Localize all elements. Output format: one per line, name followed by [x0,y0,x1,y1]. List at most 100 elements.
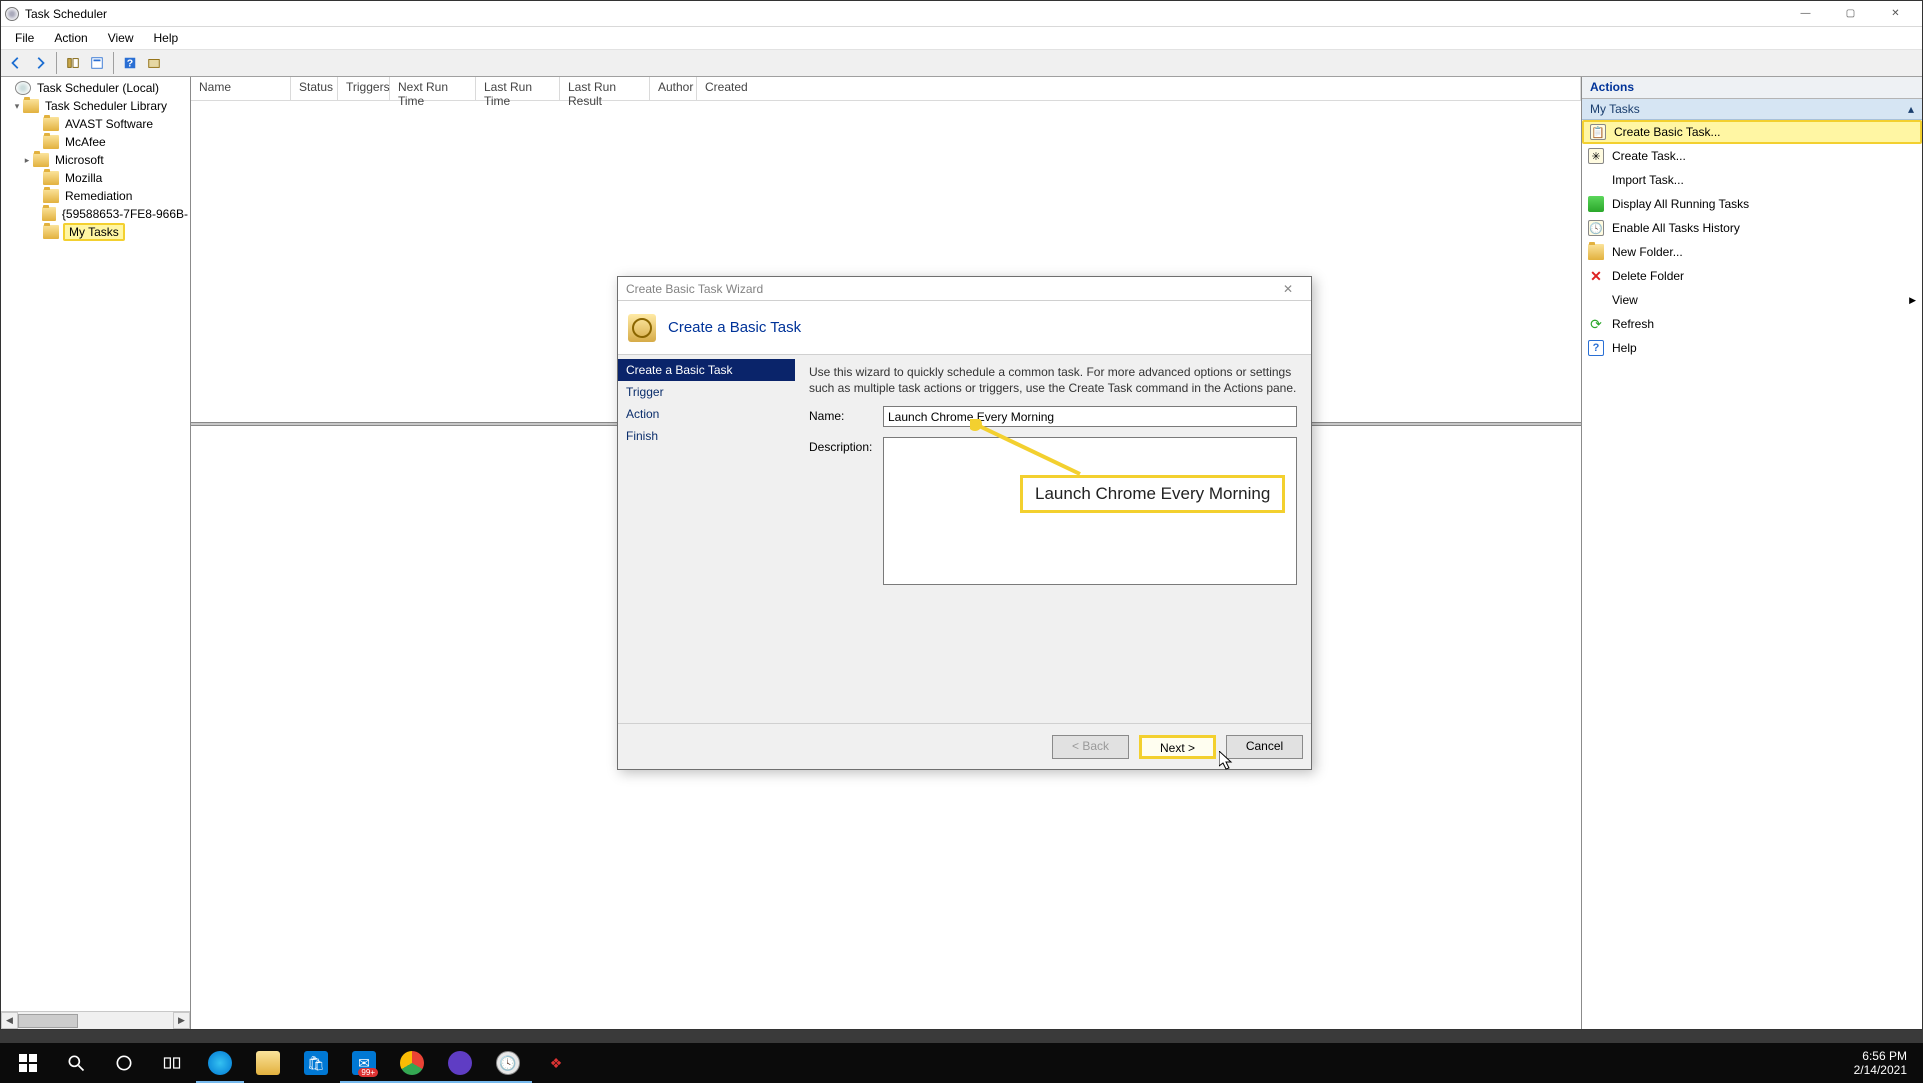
edge-icon [208,1051,232,1075]
export-button[interactable] [143,52,165,74]
wizard-step-action[interactable]: Action [618,403,795,425]
toolbar-separator [113,52,114,74]
wizard-heading: Create a Basic Task [668,319,801,336]
wizard-close-button[interactable]: ✕ [1273,282,1303,296]
taskbar-task-scheduler[interactable]: 🕓 [484,1043,532,1083]
properties-button[interactable] [86,52,108,74]
chrome-icon [400,1051,424,1075]
action-import-task[interactable]: Import Task... [1582,168,1922,192]
tree-library[interactable]: ▾ Task Scheduler Library [1,97,190,115]
tree-item-remediation[interactable]: Remediation [1,187,190,205]
title-bar: Task Scheduler — ▢ ✕ [1,1,1922,27]
col-author[interactable]: Author [650,77,697,100]
action-help[interactable]: ? Help [1582,336,1922,360]
store-icon: 🛍 [304,1051,328,1075]
action-new-folder[interactable]: New Folder... [1582,240,1922,264]
col-last-run[interactable]: Last Run Time [476,77,560,100]
wizard-step-finish[interactable]: Finish [618,425,795,447]
taskbar-mail[interactable]: ✉99+ [340,1043,388,1083]
tree-item-microsoft[interactable]: ▸ Microsoft [1,151,190,169]
action-display-running[interactable]: Display All Running Tasks [1582,192,1922,216]
view-icon [1588,292,1604,308]
scroll-thumb[interactable] [18,1014,78,1028]
delete-icon: ✕ [1588,268,1604,284]
action-create-basic-task[interactable]: 📋 Create Basic Task... [1582,120,1922,144]
folder-icon [42,207,56,221]
tree-item-my-tasks[interactable]: My Tasks [1,223,190,241]
wizard-step-trigger[interactable]: Trigger [618,381,795,403]
search-button[interactable] [52,1043,100,1083]
taskbar: 🛍 ✉99+ 🕓 ❖ 6:56 PM 2/14/2021 [0,1043,1923,1083]
help-toolbar-button[interactable]: ? [119,52,141,74]
history-icon: 🕓 [1588,220,1604,236]
folder-icon [23,99,39,113]
menu-action[interactable]: Action [44,29,97,47]
col-status[interactable]: Status [291,77,338,100]
menu-file[interactable]: File [5,29,44,47]
import-task-icon [1588,172,1604,188]
taskbar-explorer[interactable] [244,1043,292,1083]
folder-icon [43,117,59,131]
folder-icon [33,153,49,167]
actions-panel-title: Actions [1582,77,1922,99]
task-view-button[interactable] [148,1043,196,1083]
actions-section-header[interactable]: My Tasks ▴ [1582,99,1922,120]
action-refresh[interactable]: ⟳ Refresh [1582,312,1922,336]
folder-icon [43,189,59,203]
wizard-step-create[interactable]: Create a Basic Task [618,359,795,381]
wizard-next-button[interactable]: Next > [1139,735,1216,759]
close-button[interactable]: ✕ [1873,2,1918,26]
folder-icon [43,135,59,149]
clock-icon [15,81,31,95]
start-button[interactable] [4,1043,52,1083]
tree-root[interactable]: Task Scheduler (Local) [1,79,190,97]
action-delete-folder[interactable]: ✕ Delete Folder [1582,264,1922,288]
horizontal-scrollbar[interactable]: ◀ ▶ [1,1011,190,1029]
menu-view[interactable]: View [98,29,144,47]
wizard-name-field[interactable] [883,406,1297,427]
maximize-button[interactable]: ▢ [1828,2,1873,26]
wizard-cancel-button[interactable]: Cancel [1226,735,1303,759]
tree-item-avast[interactable]: AVAST Software [1,115,190,133]
nav-back-button[interactable] [5,52,27,74]
wizard-description-label: Description: [809,437,883,454]
tree-panel: Task Scheduler (Local) ▾ Task Scheduler … [1,77,191,1029]
cortana-icon [112,1051,136,1075]
clock-icon: 🕓 [496,1051,520,1075]
menu-help[interactable]: Help [144,29,189,47]
task-list-header: Name Status Triggers Next Run Time Last … [191,77,1581,101]
cortana-button[interactable] [100,1043,148,1083]
col-created[interactable]: Created [697,77,1581,100]
wizard-title: Create Basic Task Wizard [626,282,763,296]
taskbar-chrome[interactable] [388,1043,436,1083]
create-task-icon: ✳ [1588,148,1604,164]
col-last-result[interactable]: Last Run Result [560,77,650,100]
action-view[interactable]: View ▶ [1582,288,1922,312]
col-triggers[interactable]: Triggers [338,77,390,100]
tree-item-guid[interactable]: {59588653-7FE8-966B- [1,205,190,223]
scroll-left-icon[interactable]: ◀ [1,1012,18,1029]
wizard-name-label: Name: [809,406,883,423]
wizard-steps: Create a Basic Task Trigger Action Finis… [618,355,795,723]
taskbar-store[interactable]: 🛍 [292,1043,340,1083]
action-create-task[interactable]: ✳ Create Task... [1582,144,1922,168]
taskbar-chrome-canary[interactable] [436,1043,484,1083]
task-view-icon [160,1051,184,1075]
toolbar-separator [56,52,57,74]
tree-item-mcafee[interactable]: McAfee [1,133,190,151]
tree-item-mozilla[interactable]: Mozilla [1,169,190,187]
folder-icon [1588,244,1604,260]
show-hide-console-tree-button[interactable] [62,52,84,74]
create-basic-task-wizard: Create Basic Task Wizard ✕ Create a Basi… [617,276,1312,770]
scroll-right-icon[interactable]: ▶ [173,1012,190,1029]
col-next-run[interactable]: Next Run Time [390,77,476,100]
action-enable-history[interactable]: 🕓 Enable All Tasks History [1582,216,1922,240]
taskbar-app[interactable]: ❖ [532,1043,580,1083]
folder-icon [43,225,59,239]
system-tray[interactable]: 6:56 PM 2/14/2021 [1854,1049,1919,1078]
taskbar-edge[interactable] [196,1043,244,1083]
col-name[interactable]: Name [191,77,291,100]
mail-icon: ✉99+ [352,1051,376,1075]
minimize-button[interactable]: — [1783,2,1828,26]
nav-forward-button[interactable] [29,52,51,74]
